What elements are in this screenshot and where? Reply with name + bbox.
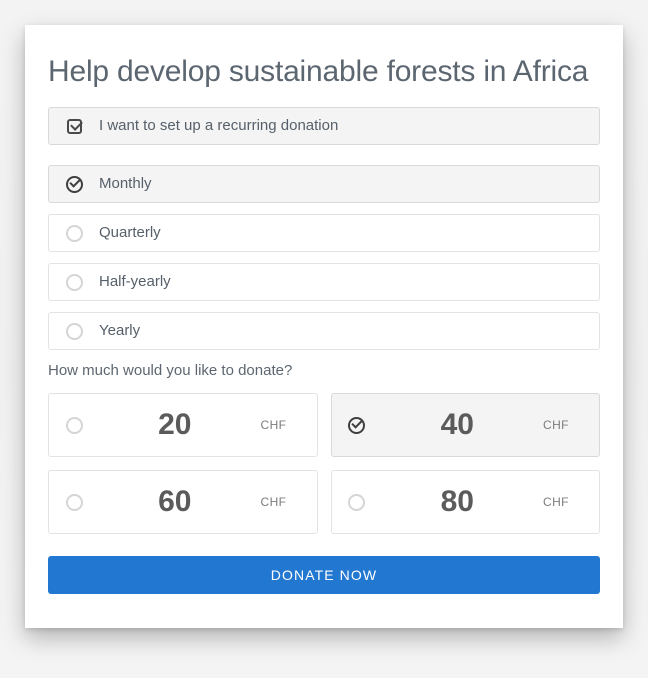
amount-20-radio-control[interactable] [49,416,99,434]
donation-form-card: Help develop sustainable forests in Afri… [25,25,623,628]
amount-option-60-currency: CHF [260,495,287,509]
checkbox-checked-icon[interactable] [66,118,82,134]
frequency-option-yearly-label: Yearly [99,322,141,339]
amount-80-radio-control[interactable] [332,493,382,511]
frequency-option-yearly[interactable]: Yearly [48,312,600,350]
amount-option-80[interactable]: 80 CHF [330,470,600,534]
frequency-option-quarterly-label: Quarterly [99,224,161,241]
amount-option-40-currency: CHF [543,418,569,432]
frequency-option-monthly-label: Monthly [99,175,152,192]
amount-option-40-value: 40 [440,408,474,441]
donate-now-button[interactable]: DONATE NOW [48,556,600,594]
radio-checked-icon[interactable] [348,416,365,434]
amount-question-label: How much would you like to donate? [48,362,293,379]
amount-option-20-currency: CHF [260,418,287,432]
frequency-option-half-yearly[interactable]: Half-yearly [48,263,600,301]
amount-option-60-value: 60 [158,485,192,518]
monthly-radio-control[interactable] [49,175,99,193]
radio-empty-icon[interactable] [65,273,83,291]
amount-40-radio-control[interactable] [332,416,382,434]
frequency-option-half-yearly-label: Half-yearly [99,273,171,290]
recurring-donation-checkbox-row[interactable]: I want to set up a recurring donation [48,107,600,145]
recurring-donation-label: I want to set up a recurring donation [99,117,339,134]
frequency-option-quarterly[interactable]: Quarterly [48,214,600,252]
radio-empty-icon[interactable] [65,322,83,340]
yearly-radio-control[interactable] [49,322,99,340]
recurring-options-group: I want to set up a recurring donation Mo… [48,107,600,350]
amount-option-20[interactable]: 20 CHF [48,393,318,457]
radio-empty-icon[interactable] [65,493,83,511]
amount-option-20-value: 20 [158,408,192,441]
radio-empty-icon[interactable] [348,493,365,511]
amount-60-radio-control[interactable] [49,493,99,511]
donation-form-content: Help develop sustainable forests in Afri… [48,25,600,594]
amount-option-60[interactable]: 60 CHF [48,470,318,534]
amount-option-40[interactable]: 40 CHF [330,393,600,457]
frequency-option-monthly[interactable]: Monthly [48,165,600,203]
radio-checked-icon[interactable] [65,175,83,193]
radio-empty-icon[interactable] [65,416,83,434]
page-title: Help develop sustainable forests in Afri… [48,55,589,88]
recurring-checkbox-control[interactable] [49,118,99,134]
quarterly-radio-control[interactable] [49,224,99,242]
amount-option-80-currency: CHF [543,495,569,509]
amount-option-80-value: 80 [440,485,474,518]
half-yearly-radio-control[interactable] [49,273,99,291]
radio-empty-icon[interactable] [65,224,83,242]
page-background: Help develop sustainable forests in Afri… [0,0,648,678]
amount-options-group: 20 CHF 40 CHF 60 CHF 80 CHF [48,393,600,534]
